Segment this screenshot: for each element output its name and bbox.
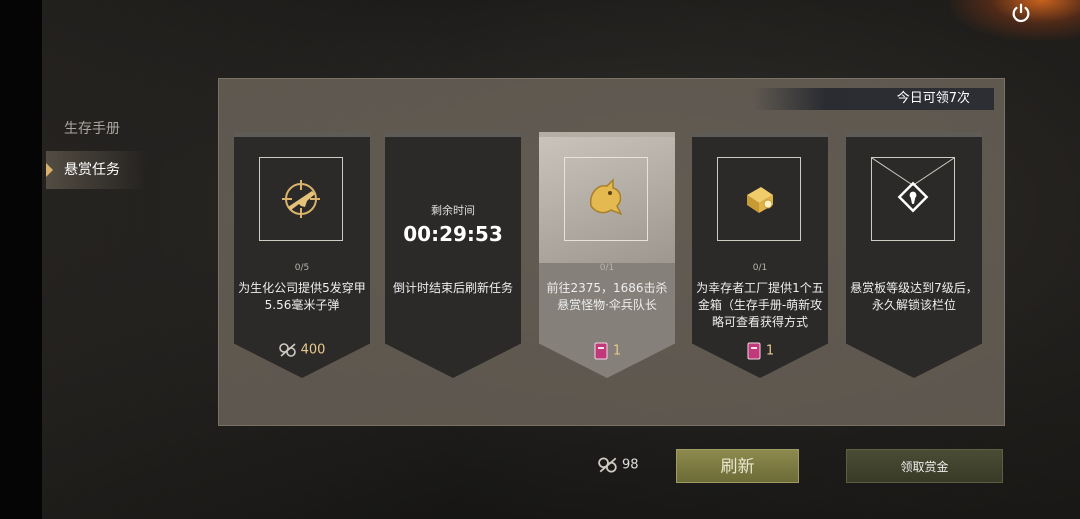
progress-text: 0/5 <box>294 263 310 273</box>
bounty-card-1[interactable]: 0/5 为生化公司提供5发穿甲5.56毫米子弹 400 <box>234 132 370 378</box>
daily-limit-banner: 今日可领7次 <box>752 88 994 110</box>
progress-text: 0/1 <box>752 263 768 273</box>
reward-value: 1 <box>765 343 775 359</box>
power-icon <box>1012 3 1030 23</box>
reward-value: 400 <box>300 342 326 358</box>
rifle-crosshair-icon <box>259 157 343 241</box>
gold-box-icon <box>717 157 801 241</box>
claim-reward-button[interactable]: 领取赏金 <box>846 449 1003 483</box>
bounty-card-5-locked: 悬赏板等级达到7级后，永久解锁该栏位 <box>846 132 982 378</box>
task-description: 为幸存者工厂提供1个五金箱（生存手册-萌新攻略可查看获得方式 <box>696 281 824 329</box>
pink-book-icon <box>594 342 608 360</box>
reward: 400 <box>234 342 370 358</box>
left-edge <box>0 0 42 519</box>
refresh-button[interactable]: 刷新 <box>676 449 799 483</box>
lock-diamond-icon <box>871 157 955 241</box>
timer-label: 剩余时间 <box>431 204 475 217</box>
sidebar-item-bounty-tasks[interactable]: 悬赏任务 <box>46 151 146 189</box>
bounty-card-4[interactable]: 0/1 为幸存者工厂提供1个五金箱（生存手册-萌新攻略可查看获得方式 1 <box>692 132 828 378</box>
task-description: 悬赏板等级达到7级后，永久解锁该栏位 <box>850 281 978 312</box>
bounty-card-3[interactable]: 0/1 前往2375，1686击杀悬赏怪物·伞兵队长 1 <box>539 132 675 378</box>
sidebar-item-survival-manual[interactable]: 生存手册 <box>46 110 146 148</box>
gold-dragon-icon <box>564 157 648 241</box>
reward: 1 <box>539 342 675 360</box>
currency-value: 98 <box>622 457 639 473</box>
power-button[interactable] <box>1006 0 1036 28</box>
scrap-parts-icon <box>598 457 617 473</box>
task-description: 倒计时结束后刷新任务 <box>392 281 513 295</box>
reward: 1 <box>692 342 828 360</box>
countdown-timer: 00:29:53 <box>403 222 503 246</box>
pink-book-icon <box>747 342 761 360</box>
currency-display: 98 <box>598 456 639 474</box>
bounty-card-2: 剩余时间 00:29:53 倒计时结束后刷新任务 <box>385 132 521 378</box>
task-description: 前往2375，1686击杀悬赏怪物·伞兵队长 <box>546 281 668 312</box>
scrap-parts-icon <box>278 343 296 357</box>
progress-text: 0/1 <box>599 263 615 273</box>
reward-value: 1 <box>612 343 622 359</box>
task-description: 为生化公司提供5发穿甲5.56毫米子弹 <box>238 281 366 312</box>
